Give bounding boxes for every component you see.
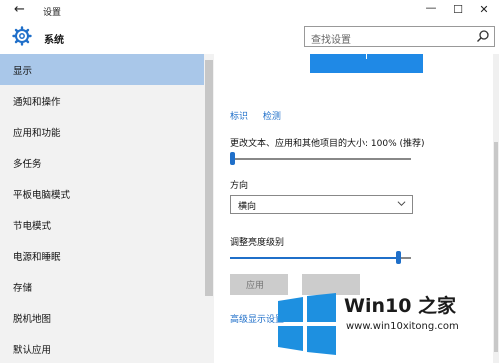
- scale-slider-track: [230, 158, 411, 160]
- sidebar-item-default-apps[interactable]: 默认应用: [0, 333, 204, 363]
- scale-label: 更改文本、应用和其他项目的大小: 100% (推荐): [230, 139, 425, 149]
- minimize-button[interactable]: —: [419, 1, 443, 14]
- sidebar-item-label: 多任务: [13, 159, 42, 170]
- display-links: 标识 检测: [230, 109, 293, 122]
- window-title: 设置: [43, 8, 62, 18]
- detect-link[interactable]: 检测: [263, 112, 281, 122]
- sidebar-item-label: 默认应用: [13, 345, 52, 356]
- page-title: 系统: [44, 35, 64, 46]
- sidebar-item-multitasking[interactable]: 多任务: [0, 147, 204, 178]
- header: 系统 查找设置: [0, 22, 499, 54]
- brightness-label: 调整亮度级别: [230, 238, 285, 248]
- gear-icon: [12, 26, 32, 46]
- watermark: Win10 之家 www.win10xitong.com: [268, 285, 499, 363]
- sidebar-item-notifications[interactable]: 通知和操作: [0, 85, 204, 116]
- orientation-select[interactable]: 横向: [230, 195, 413, 214]
- sidebar-item-label: 电源和睡眠: [13, 252, 61, 263]
- sidebar-item-power-sleep[interactable]: 电源和睡眠: [0, 240, 204, 271]
- scale-slider-thumb[interactable]: [230, 152, 235, 165]
- brightness-slider-thumb[interactable]: [396, 251, 401, 264]
- sidebar-item-apps[interactable]: 应用和功能: [0, 116, 204, 147]
- search-placeholder: 查找设置: [311, 35, 351, 46]
- sidebar-item-label: 脱机地图: [13, 314, 52, 325]
- brightness-slider-fill: [230, 257, 398, 259]
- sidebar-item-tablet-mode[interactable]: 平板电脑模式: [0, 178, 204, 209]
- sidebar-scrollbar-thumb[interactable]: [205, 60, 213, 296]
- watermark-title: Win10 之家: [344, 295, 457, 317]
- sidebar-item-label: 平板电脑模式: [13, 190, 71, 201]
- maximize-button[interactable]: ☐: [446, 3, 470, 16]
- apply-button-label: 应用: [246, 281, 265, 291]
- sidebar-item-storage[interactable]: 存储: [0, 271, 204, 302]
- sidebar: 显示 通知和操作 应用和功能 多任务 平板电脑模式 节电模式 电源和睡眠 存储 …: [0, 54, 214, 363]
- sidebar-item-label: 通知和操作: [13, 97, 61, 108]
- orientation-label: 方向: [230, 181, 249, 191]
- identify-link[interactable]: 标识: [230, 112, 248, 122]
- chevron-down-icon: [397, 201, 406, 207]
- sidebar-item-display[interactable]: 显示: [0, 54, 204, 85]
- sidebar-item-label: 显示: [13, 66, 33, 77]
- back-button[interactable]: ←: [14, 2, 25, 17]
- sidebar-item-label: 应用和功能: [13, 128, 61, 139]
- monitor-marker: [366, 54, 367, 59]
- sidebar-item-offline-maps[interactable]: 脱机地图: [0, 302, 204, 333]
- orientation-value: 横向: [238, 202, 257, 212]
- sidebar-item-label: 存储: [13, 283, 33, 294]
- monitor-preview[interactable]: [310, 54, 423, 73]
- watermark-url: www.win10xitong.com: [346, 321, 459, 332]
- sidebar-item-label: 节电模式: [13, 221, 52, 232]
- close-button[interactable]: ✕: [472, 3, 496, 16]
- search-input[interactable]: 查找设置: [304, 26, 495, 47]
- sidebar-item-battery-saver[interactable]: 节电模式: [0, 209, 204, 240]
- search-icon[interactable]: [476, 29, 490, 43]
- windows-logo-icon: [278, 293, 336, 355]
- title-bar: ← 设置 — ☐ ✕: [0, 0, 499, 22]
